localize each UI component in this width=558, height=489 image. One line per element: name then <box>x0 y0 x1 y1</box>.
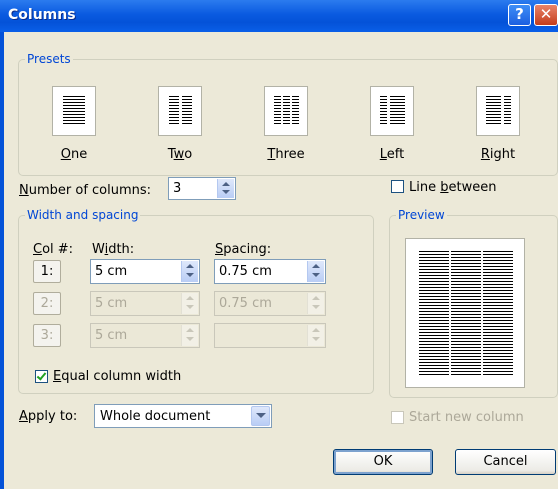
number-of-columns-spinner[interactable] <box>217 179 234 198</box>
start-new-column-label: Start new column <box>409 410 524 425</box>
preview-legend: Preview <box>398 208 445 222</box>
preset-left-button[interactable] <box>370 86 414 136</box>
left-columns-icon <box>380 96 387 126</box>
spin-down-icon[interactable] <box>312 273 320 277</box>
col-3-width-input: 5 cm <box>90 323 200 348</box>
col-3-width-spinner <box>181 325 198 346</box>
col-2-spacing-value: 0.75 cm <box>219 296 272 311</box>
preset-three-button[interactable] <box>264 86 308 136</box>
col-3-width-value: 5 cm <box>95 328 128 343</box>
equal-column-width-checkbox[interactable] <box>35 370 48 383</box>
col-3-spacing-input <box>214 323 326 348</box>
one-column-icon <box>63 96 85 126</box>
line-between-label: Line between <box>409 180 497 195</box>
window-frame <box>0 32 4 489</box>
preset-one-button[interactable] <box>52 86 96 136</box>
number-of-columns-value[interactable]: 3 <box>173 181 181 196</box>
spin-up-icon <box>186 296 194 300</box>
col-1-button[interactable]: 1: <box>33 260 61 283</box>
spin-down-icon <box>186 337 194 341</box>
spin-up-icon <box>186 328 194 332</box>
col-3-button: 3: <box>33 324 61 347</box>
two-columns-icon-col <box>182 96 192 126</box>
apply-to-select[interactable]: Whole document <box>94 404 272 428</box>
spin-up-icon[interactable] <box>186 264 194 268</box>
start-new-column-checkbox <box>391 411 404 424</box>
three-columns-icon-col3 <box>292 96 299 126</box>
preview-column-3 <box>483 251 513 377</box>
right-columns-icon <box>486 96 501 126</box>
title-bar: Columns ? ✕ <box>0 0 558 32</box>
spin-up-icon[interactable] <box>222 182 230 186</box>
col-2-spacing-input: 0.75 cm <box>214 291 326 316</box>
preset-two-label: Two <box>167 147 193 162</box>
chevron-down-icon[interactable] <box>256 413 266 418</box>
preset-left-label: Left <box>379 147 405 162</box>
preset-two-button[interactable] <box>158 86 202 136</box>
three-columns-icon-col2 <box>283 96 290 126</box>
close-button[interactable]: ✕ <box>534 4 558 26</box>
help-button[interactable]: ? <box>508 4 531 26</box>
ok-button[interactable]: OK <box>333 449 433 475</box>
spin-up-icon[interactable] <box>312 264 320 268</box>
col-number-header: Col #: <box>33 242 74 257</box>
two-columns-icon <box>169 96 179 126</box>
preview-page <box>405 238 525 388</box>
preset-three-label: Three <box>267 147 305 162</box>
col-3-spacing-spinner <box>307 325 324 346</box>
equal-column-width-label: Equal column width <box>53 369 182 384</box>
spin-down-icon <box>312 337 320 341</box>
dialog-title: Columns <box>8 7 76 23</box>
col-1-width-input[interactable]: 5 cm <box>90 259 200 284</box>
col-2-button: 2: <box>33 292 61 315</box>
col-2-width-value: 5 cm <box>95 296 128 311</box>
spin-down-icon[interactable] <box>222 190 230 194</box>
col-1-spacing-spinner[interactable] <box>307 261 324 282</box>
col-1-width-value[interactable]: 5 cm <box>95 264 127 279</box>
apply-to-label: Apply to: <box>19 409 78 424</box>
preset-right-label: Right <box>480 147 516 162</box>
col-2-spacing-spinner <box>307 293 324 314</box>
preview-column-1 <box>419 251 449 377</box>
number-of-columns-label: Number of columns: <box>19 183 152 198</box>
width-spacing-legend: Width and spacing <box>27 208 139 222</box>
spin-down-icon <box>186 305 194 309</box>
col-1-spacing-input[interactable]: 0.75 cm <box>214 259 326 284</box>
width-header: Width: <box>92 242 135 257</box>
spin-down-icon[interactable] <box>186 273 194 277</box>
number-of-columns-stepper[interactable]: 3 <box>168 177 236 200</box>
preset-right-button[interactable] <box>476 86 520 136</box>
col-2-width-spinner <box>181 293 198 314</box>
left-columns-icon-col2 <box>390 96 405 126</box>
apply-to-dropdown-button[interactable] <box>251 406 270 426</box>
three-columns-icon <box>274 96 281 126</box>
col-1-spacing-value[interactable]: 0.75 cm <box>219 264 272 279</box>
preset-one-label: One <box>60 147 88 162</box>
spin-down-icon <box>312 305 320 309</box>
cancel-button[interactable]: Cancel <box>455 449 556 475</box>
apply-to-value[interactable]: Whole document <box>100 409 210 424</box>
spin-up-icon <box>312 296 320 300</box>
col-1-width-spinner[interactable] <box>181 261 198 282</box>
col-2-width-input: 5 cm <box>90 291 200 316</box>
checkmark-icon <box>36 370 47 381</box>
preview-column-2 <box>451 251 481 377</box>
line-between-checkbox[interactable] <box>391 180 404 193</box>
presets-legend: Presets <box>27 52 71 66</box>
spin-up-icon <box>312 328 320 332</box>
spacing-header: Spacing: <box>215 242 272 257</box>
right-columns-icon-col2 <box>504 96 511 126</box>
